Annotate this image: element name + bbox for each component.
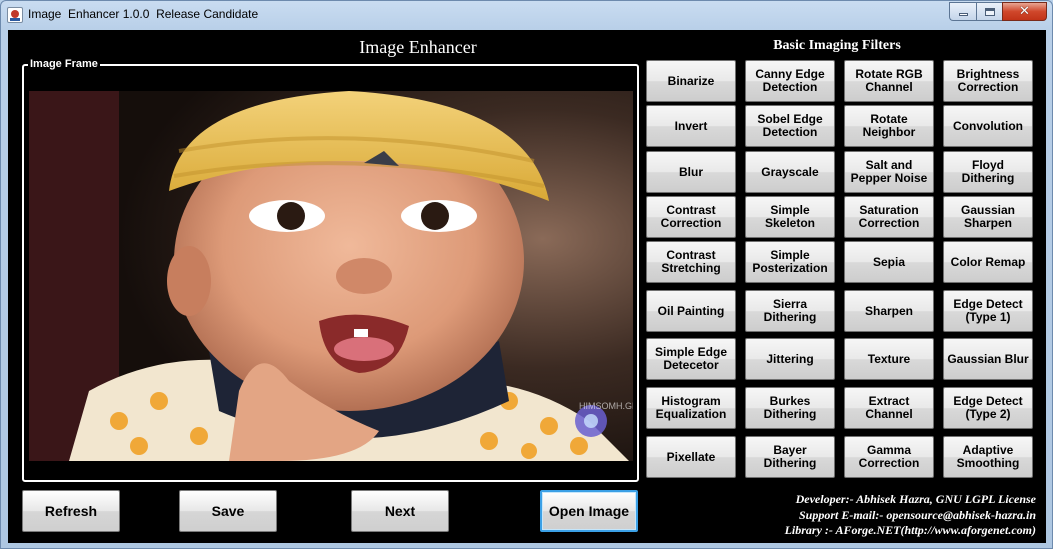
filters-title: Basic Imaging Filters: [773, 38, 901, 53]
open-image-button[interactable]: Open Image: [540, 490, 638, 532]
image-frame-label: Image Frame: [28, 58, 100, 70]
baby-photo: HIMSOMH.GR: [29, 91, 633, 461]
image-preview: HIMSOMH.GR: [29, 91, 633, 461]
filter-button-oil-painting[interactable]: Oil Painting: [646, 290, 736, 332]
filter-button-sierra-dithering[interactable]: Sierra Dithering: [745, 290, 835, 332]
filter-button-simple-skeleton[interactable]: Simple Skeleton: [745, 196, 835, 238]
filter-button-simple-posterization[interactable]: Simple Posterization: [745, 241, 835, 283]
filter-button-rotate-rgb-channel[interactable]: Rotate RGB Channel: [844, 60, 934, 102]
filter-button-contrast-correction[interactable]: Contrast Correction: [646, 196, 736, 238]
window-controls: ✕: [949, 2, 1047, 21]
minimize-icon: [958, 12, 968, 16]
filter-button-contrast-stretching[interactable]: Contrast Stretching: [646, 241, 736, 283]
filter-button-texture[interactable]: Texture: [844, 338, 934, 380]
filter-button-jittering[interactable]: Jittering: [745, 338, 835, 380]
app-window: Image Enhancer 1.0.0 Release Candidate ✕…: [0, 0, 1053, 549]
minimize-button[interactable]: [949, 2, 976, 21]
filter-button-burkes-dithering[interactable]: Burkes Dithering: [745, 387, 835, 429]
filter-button-sharpen[interactable]: Sharpen: [844, 290, 934, 332]
filter-button-salt-and-pepper-noise[interactable]: Salt and Pepper Noise: [844, 151, 934, 193]
refresh-button[interactable]: Refresh: [22, 490, 120, 532]
support-email: Support E-mail:- opensource@abhisek-hazr…: [798, 507, 1036, 522]
filter-button-simple-edge-detecetor[interactable]: Simple Edge Detecetor: [646, 338, 736, 380]
close-button[interactable]: ✕: [1002, 2, 1047, 21]
filter-button-color-remap[interactable]: Color Remap: [943, 241, 1033, 283]
filter-button-gaussian-blur[interactable]: Gaussian Blur: [943, 338, 1033, 380]
maximize-button[interactable]: [976, 2, 1002, 21]
save-button[interactable]: Save: [179, 490, 277, 532]
filter-button-grayscale[interactable]: Grayscale: [745, 151, 835, 193]
filter-button-brightness-correction[interactable]: Brightness Correction: [943, 60, 1033, 102]
close-icon: ✕: [1019, 4, 1030, 19]
filter-button-binarize[interactable]: Binarize: [646, 60, 736, 102]
filter-button-pixellate[interactable]: Pixellate: [646, 436, 736, 478]
client-area: Image Enhancer Basic Imaging Filters Ima…: [8, 30, 1046, 543]
filter-button-saturation-correction[interactable]: Saturation Correction: [844, 196, 934, 238]
filter-button-edge-detect-type-1[interactable]: Edge Detect (Type 1): [943, 290, 1033, 332]
filter-button-bayer-dithering[interactable]: Bayer Dithering: [745, 436, 835, 478]
filter-button-blur[interactable]: Blur: [646, 151, 736, 193]
title-bar[interactable]: Image Enhancer 1.0.0 Release Candidate ✕: [1, 1, 1052, 29]
filter-button-sobel-edge-detection[interactable]: Sobel Edge Detection: [745, 105, 835, 147]
filter-button-edge-detect-type-2[interactable]: Edge Detect (Type 2): [943, 387, 1033, 429]
filter-button-convolution[interactable]: Convolution: [943, 105, 1033, 147]
image-frame: Image Frame HIMSOMH.GR: [22, 58, 639, 482]
filter-button-adaptive-smoothing[interactable]: Adaptive Smoothing: [943, 436, 1033, 478]
filter-button-rotate-neighbor[interactable]: Rotate Neighbor: [844, 105, 934, 147]
next-button[interactable]: Next: [351, 490, 449, 532]
app-icon[interactable]: [7, 7, 23, 23]
filter-button-gaussian-sharpen[interactable]: Gaussian Sharpen: [943, 196, 1033, 238]
filter-button-gamma-correction[interactable]: Gamma Correction: [844, 436, 934, 478]
developer-credit: Developer:- Abhisek Hazra, GNU LGPL Lice…: [795, 492, 1036, 506]
filter-button-floyd-dithering[interactable]: Floyd Dithering: [943, 151, 1033, 193]
filter-button-invert[interactable]: Invert: [646, 105, 736, 147]
library-credit: Library :- AForge.NET(http://www.aforgen…: [784, 523, 1036, 537]
filter-button-canny-edge-detection[interactable]: Canny Edge Detection: [745, 60, 835, 102]
window-title: Image Enhancer 1.0.0 Release Candidate: [28, 7, 259, 21]
filter-button-extract-channel[interactable]: Extract Channel: [844, 387, 934, 429]
maximize-icon: [984, 7, 995, 16]
filter-button-sepia[interactable]: Sepia: [844, 241, 934, 283]
photo-watermark: HIMSOMH.GR: [579, 401, 633, 411]
credits: Developer:- Abhisek Hazra, GNU LGPL Lice…: [785, 492, 1036, 539]
filter-button-histogram-equalization[interactable]: Histogram Equalization: [646, 387, 736, 429]
